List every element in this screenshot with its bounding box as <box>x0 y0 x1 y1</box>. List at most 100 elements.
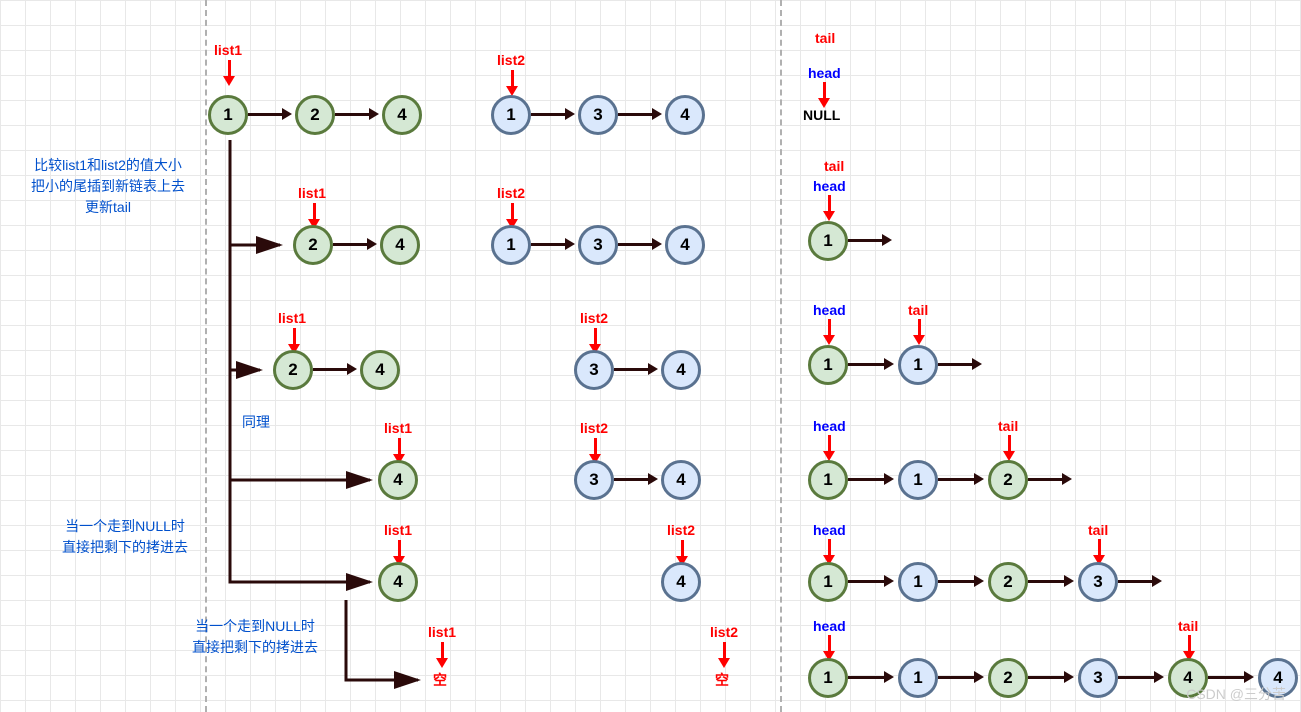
node: 4 <box>378 460 418 500</box>
arrow-icon <box>248 113 284 116</box>
node-l1-1: 1 <box>208 95 248 135</box>
node: 2 <box>988 562 1028 602</box>
node: 1 <box>898 345 938 385</box>
arrow-icon <box>614 478 650 481</box>
node-l1-2: 2 <box>295 95 335 135</box>
arrow-down-icon <box>828 635 831 653</box>
comment-1: 比较list1和list2的值大小 把小的尾插到新链表上去 更新tail <box>18 155 198 218</box>
arrow-icon <box>333 243 369 246</box>
diagram-canvas: list1 1 2 4 list2 1 3 4 tail head NULL 比… <box>0 0 1301 712</box>
arrow-icon <box>848 363 886 366</box>
arrow-down-icon <box>828 435 831 453</box>
arrow-icon <box>313 368 349 371</box>
node: 4 <box>378 562 418 602</box>
label-list1: list1 <box>298 185 326 201</box>
node: 1 <box>808 562 848 602</box>
arrow-down-icon <box>918 319 921 337</box>
arrow-icon <box>938 363 974 366</box>
label-list2: list2 <box>497 52 525 68</box>
dashed-guide-right <box>780 0 782 712</box>
dashed-guide-left <box>205 0 207 712</box>
arrow-icon <box>531 243 567 246</box>
node: 2 <box>988 658 1028 698</box>
label-list2: list2 <box>497 185 525 201</box>
arrow-down-icon <box>594 438 597 456</box>
label-tail: tail <box>815 30 835 46</box>
label-head: head <box>813 418 846 434</box>
node: 3 <box>578 225 618 265</box>
label-tail: tail <box>1178 618 1198 634</box>
arrow-icon <box>848 239 884 242</box>
node: 3 <box>1078 658 1118 698</box>
arrow-icon <box>848 676 886 679</box>
comment-2: 当一个走到NULL时 直接把剩下的拷进去 <box>45 516 205 558</box>
label-head: head <box>813 522 846 538</box>
label-list2: list2 <box>580 310 608 326</box>
arrow-icon <box>848 478 886 481</box>
arrow-icon <box>1028 478 1064 481</box>
label-list2: list2 <box>667 522 695 538</box>
arrow-icon <box>938 478 976 481</box>
arrow-icon <box>614 368 650 371</box>
label-list2: list2 <box>580 420 608 436</box>
node: 2 <box>293 225 333 265</box>
arrow-down-icon <box>511 70 514 88</box>
arrow-icon <box>848 580 886 583</box>
arrow-down-icon <box>828 195 831 213</box>
node: 1 <box>808 460 848 500</box>
label-list2: list2 <box>710 624 738 640</box>
watermark: CSDN @三分苦 <box>1186 684 1286 704</box>
node: 4 <box>661 350 701 390</box>
label-head: head <box>813 302 846 318</box>
arrow-icon <box>618 243 654 246</box>
node-l2-3: 3 <box>578 95 618 135</box>
label-tail: tail <box>824 158 844 174</box>
node-l2-4: 4 <box>665 95 705 135</box>
arrow-down-icon <box>594 328 597 346</box>
label-head: head <box>808 65 841 81</box>
arrow-down-icon <box>228 60 231 78</box>
arrow-icon <box>1208 676 1246 679</box>
node: 1 <box>491 225 531 265</box>
arrow-icon <box>1028 580 1066 583</box>
label-tail: tail <box>998 418 1018 434</box>
label-empty: 空 <box>433 670 447 690</box>
label-list1: list1 <box>278 310 306 326</box>
arrow-down-icon <box>1188 635 1191 653</box>
node: 1 <box>898 562 938 602</box>
arrow-down-icon <box>828 319 831 337</box>
node: 1 <box>808 221 848 261</box>
arrow-icon <box>1118 580 1154 583</box>
node: 4 <box>665 225 705 265</box>
arrow-down-icon <box>398 540 401 558</box>
label-same: 同理 <box>242 412 270 433</box>
label-list1: list1 <box>384 522 412 538</box>
arrow-down-icon <box>293 328 296 346</box>
arrow-icon <box>1118 676 1156 679</box>
arrow-down-icon <box>398 438 401 456</box>
node: 4 <box>380 225 420 265</box>
node: 4 <box>360 350 400 390</box>
label-list1: list1 <box>384 420 412 436</box>
arrow-down-icon <box>1008 435 1011 453</box>
node: 2 <box>273 350 313 390</box>
node: 3 <box>574 350 614 390</box>
arrow-icon <box>618 113 654 116</box>
node: 1 <box>808 658 848 698</box>
arrow-icon <box>531 113 567 116</box>
node: 2 <box>988 460 1028 500</box>
label-list1: list1 <box>214 42 242 58</box>
arrow-down-icon <box>441 642 444 660</box>
node: 1 <box>808 345 848 385</box>
label-empty: 空 <box>715 670 729 690</box>
arrow-icon <box>1028 676 1066 679</box>
label-head: head <box>813 618 846 634</box>
arrow-down-icon <box>723 642 726 660</box>
arrow-icon <box>335 113 371 116</box>
arrow-icon <box>938 580 976 583</box>
node-l2-1: 1 <box>491 95 531 135</box>
label-head: head <box>813 178 846 194</box>
label-tail: tail <box>1088 522 1108 538</box>
label-null: NULL <box>803 107 840 123</box>
arrow-down-icon <box>823 82 826 100</box>
